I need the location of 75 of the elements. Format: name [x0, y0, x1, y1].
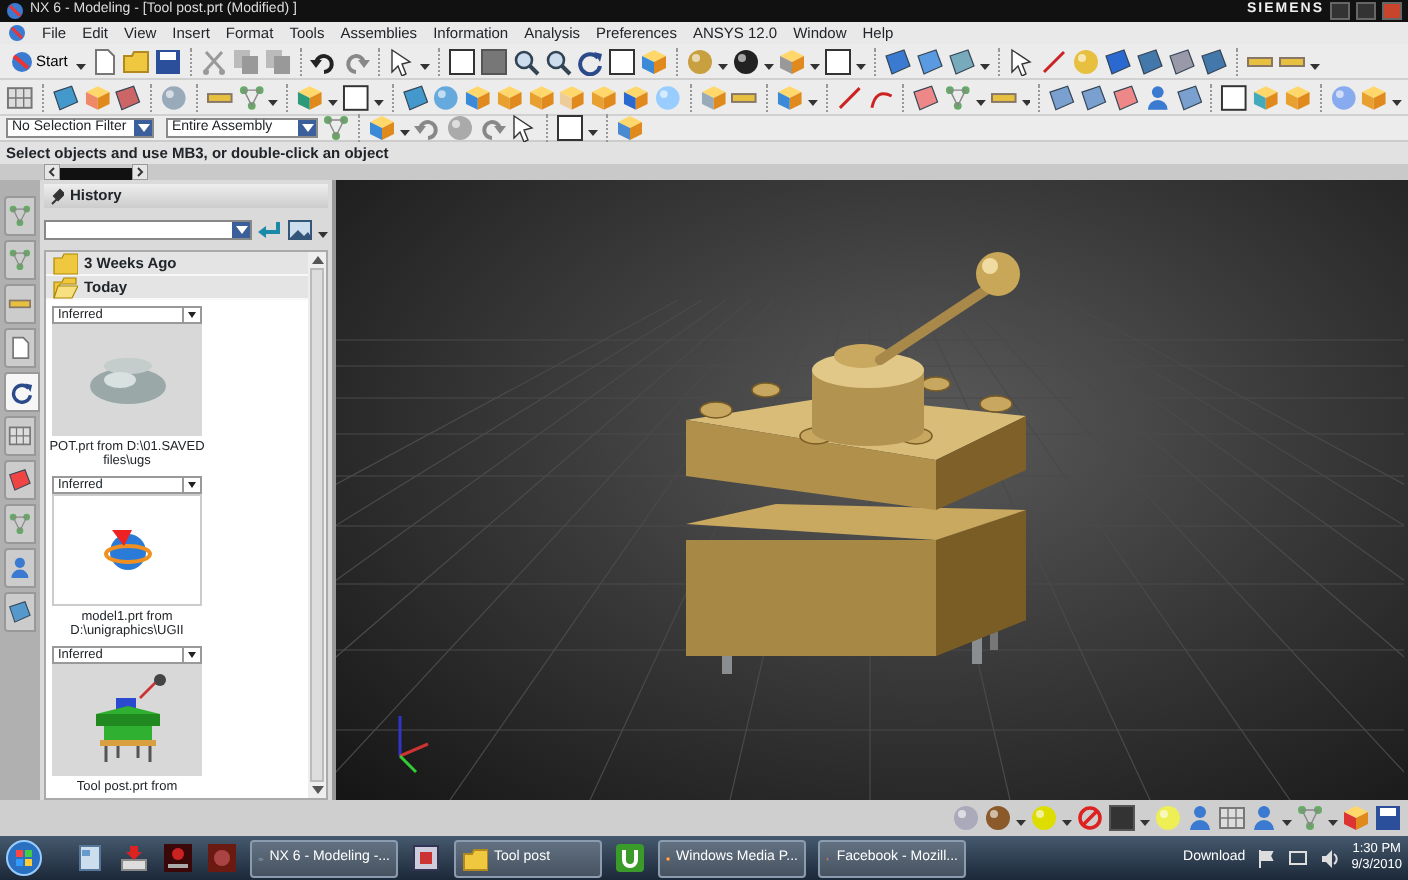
- frame-icon[interactable]: [341, 83, 370, 111]
- network-icon: [8, 248, 32, 272]
- folder-icon: [462, 845, 488, 871]
- frame-icon[interactable]: [823, 47, 852, 75]
- resource-tab[interactable]: [4, 416, 36, 456]
- magnifier-icon[interactable]: [543, 47, 572, 75]
- caret-icon: [188, 312, 196, 318]
- frame-icon[interactable]: [607, 47, 636, 75]
- resource-tab[interactable]: [4, 372, 40, 412]
- scroll-up-icon[interactable]: [311, 256, 323, 264]
- network-icon: [8, 204, 32, 228]
- caret-icon: [188, 481, 196, 488]
- square-icon[interactable]: [479, 47, 508, 75]
- rotate-icon[interactable]: [575, 47, 604, 75]
- logo-icon: [8, 24, 26, 42]
- window-icon[interactable]: [78, 844, 102, 872]
- caret-icon: [235, 226, 247, 234]
- history-filter-field[interactable]: [44, 220, 252, 240]
- cursor-icon[interactable]: [510, 114, 538, 142]
- cube-icon[interactable]: [616, 114, 644, 142]
- scrollbar-thumb[interactable]: [310, 268, 324, 782]
- part-thumbnail[interactable]: [52, 663, 202, 776]
- left-chevron-icon[interactable]: [44, 164, 60, 180]
- caret-icon: [137, 124, 149, 132]
- logo-icon: [10, 49, 34, 73]
- logo-icon: [6, 2, 24, 20]
- save-icon[interactable]: [1374, 804, 1402, 832]
- cube-icon[interactable]: [622, 83, 650, 111]
- person-icon: [8, 556, 32, 580]
- line-icon[interactable]: [835, 83, 864, 111]
- torrent-icon[interactable]: [616, 844, 644, 872]
- frame-icon[interactable]: [556, 114, 584, 142]
- cursor-icon[interactable]: [387, 47, 416, 75]
- line-icon[interactable]: [1039, 47, 1068, 75]
- part-thumbnail[interactable]: [52, 324, 202, 436]
- grid-icon: [8, 424, 32, 448]
- document-icon: [8, 336, 32, 360]
- frame-icon[interactable]: [447, 47, 476, 75]
- scroll-down-icon[interactable]: [311, 786, 323, 794]
- pot-drawing: [87, 354, 167, 406]
- caret-icon: [301, 124, 313, 132]
- speaker-icon[interactable]: [1319, 849, 1340, 867]
- frame-icon[interactable]: [1220, 83, 1249, 111]
- save-icon[interactable]: [153, 47, 182, 75]
- sphere-icon[interactable]: [731, 47, 760, 75]
- download-drive-icon[interactable]: [120, 844, 148, 872]
- start-orb-icon[interactable]: [6, 840, 42, 876]
- magnifier-icon[interactable]: [511, 47, 540, 75]
- grid-icon[interactable]: [6, 83, 34, 111]
- rotate-icon: [10, 380, 34, 404]
- person-icon[interactable]: [1186, 804, 1214, 832]
- return-arrow-icon[interactable]: [258, 220, 282, 240]
- surface-icon: [8, 600, 32, 624]
- resource-tab[interactable]: [4, 592, 36, 632]
- axis-triad-icon: [398, 716, 429, 774]
- game-icon[interactable]: [164, 844, 192, 872]
- image-icon[interactable]: [288, 220, 312, 240]
- grid-icon[interactable]: [1218, 804, 1246, 832]
- open-folder-icon: [52, 274, 78, 300]
- surface-icon: [8, 468, 32, 492]
- window-icon[interactable]: [412, 844, 440, 872]
- flag-icon[interactable]: [1257, 849, 1276, 867]
- right-chevron-icon[interactable]: [132, 164, 148, 180]
- cursor-icon[interactable]: [1007, 47, 1036, 75]
- resource-tab[interactable]: [4, 328, 36, 368]
- person-icon[interactable]: [1143, 83, 1171, 111]
- graphics-viewport[interactable]: [336, 180, 1408, 800]
- resource-tab[interactable]: [4, 460, 36, 500]
- globe-drawing: [103, 525, 151, 574]
- network-icon[interactable]: [1287, 849, 1308, 867]
- part-thumbnail[interactable]: [52, 493, 202, 606]
- pin-icon[interactable]: [50, 187, 64, 205]
- square-icon[interactable]: [1108, 804, 1136, 832]
- caret-icon: [188, 651, 196, 658]
- network-icon: [8, 512, 32, 536]
